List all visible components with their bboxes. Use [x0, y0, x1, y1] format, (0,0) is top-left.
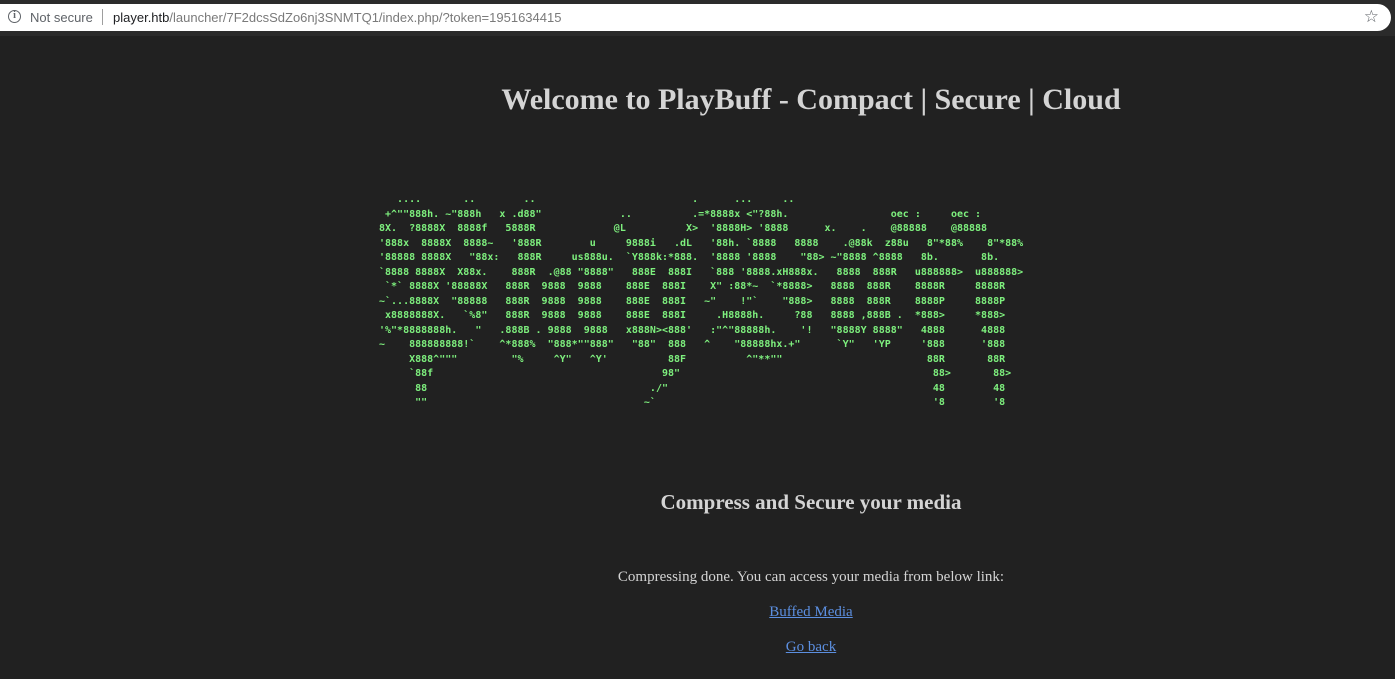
browser-address-bar: i Not secure player.htb/launcher/7F2dcsS… — [0, 0, 1395, 36]
address-divider — [102, 9, 103, 25]
bookmark-star-icon[interactable]: ☆ — [1364, 7, 1379, 27]
go-back-link[interactable]: Go back — [786, 639, 836, 655]
back-link-row: Go back — [0, 639, 1395, 656]
info-icon[interactable]: i — [8, 10, 21, 23]
ascii-logo: .... .. .. . ... .. +^""888h. ~"888h x .… — [379, 194, 1024, 408]
url-field[interactable]: i Not secure player.htb/launcher/7F2dcsS… — [0, 4, 1391, 31]
buffed-media-link[interactable]: Buffed Media — [769, 604, 852, 620]
status-message: Compressing done. You can access your me… — [617, 569, 1005, 585]
page-title: Welcome to PlayBuff - Compact | Secure |… — [501, 83, 1121, 116]
page-subtitle: Compress and Secure your media — [660, 490, 962, 514]
url-host: player.htb — [113, 10, 170, 25]
security-label[interactable]: Not secure — [30, 10, 93, 25]
url-text[interactable]: player.htb/launcher/7F2dcsSdZo6nj3SNMTQ1… — [113, 10, 561, 25]
page-content: Welcome to PlayBuff - Compact | Secure |… — [0, 36, 1395, 679]
url-path: /launcher/7F2dcsSdZo6nj3SNMTQ1/index.php… — [169, 10, 562, 25]
media-link-row: Buffed Media — [0, 604, 1395, 621]
